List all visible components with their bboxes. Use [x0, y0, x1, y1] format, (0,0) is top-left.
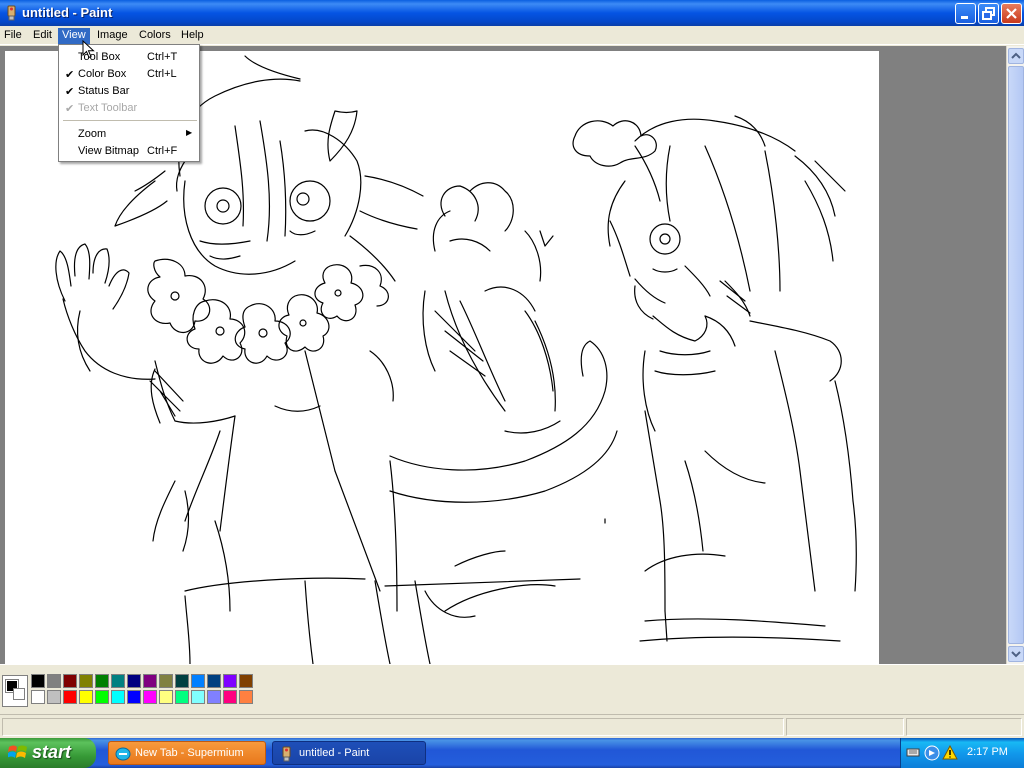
color-swatch[interactable]	[223, 674, 237, 688]
color-swatch[interactable]	[79, 690, 93, 704]
restore-icon	[982, 7, 995, 20]
color-swatch[interactable]	[127, 674, 141, 688]
color-swatch[interactable]	[95, 690, 109, 704]
close-button[interactable]	[1001, 3, 1022, 24]
color-swatch[interactable]	[111, 690, 125, 704]
menu-edit[interactable]: Edit	[33, 28, 52, 44]
color-swatch[interactable]	[239, 674, 253, 688]
menu-bar: File Edit View Image Colors Help	[0, 26, 1024, 45]
window-title: untitled - Paint	[22, 5, 113, 20]
paint-icon	[282, 746, 291, 762]
menu-item-label: Text Toolbar	[78, 102, 138, 114]
color-box	[0, 664, 1024, 714]
color-swatch[interactable]	[223, 690, 237, 704]
clock[interactable]: 2:17 PM	[967, 746, 1008, 758]
submenu-arrow-icon: ▶	[186, 128, 193, 137]
security-alert-icon[interactable]	[942, 745, 958, 761]
color-swatch[interactable]	[159, 690, 173, 704]
color-swatch[interactable]	[207, 690, 221, 704]
status-bar	[0, 714, 1024, 738]
taskbar-item-paint[interactable]: untitled - Paint	[272, 741, 426, 765]
restore-button[interactable]	[978, 3, 999, 24]
scroll-thumb[interactable]	[1008, 66, 1024, 644]
menu-separator	[63, 120, 197, 121]
start-label: start	[32, 742, 72, 762]
menu-image[interactable]: Image	[97, 28, 128, 44]
keyboard-icon[interactable]	[906, 745, 920, 759]
mouse-cursor-icon	[82, 40, 95, 59]
close-icon	[1006, 8, 1017, 19]
status-help-text	[2, 718, 784, 736]
color-swatch[interactable]	[47, 674, 61, 688]
menu-item-shortcut: Ctrl+T	[147, 51, 178, 63]
background-color	[13, 688, 25, 700]
color-swatch[interactable]	[143, 690, 157, 704]
menu-item-shortcut: Ctrl+L	[147, 68, 177, 80]
menu-item-label: Color Box	[78, 68, 127, 80]
color-swatch[interactable]	[127, 690, 141, 704]
minimize-button[interactable]	[955, 3, 976, 24]
color-swatch[interactable]	[63, 690, 77, 704]
color-swatch[interactable]	[111, 674, 125, 688]
taskbar-item-label: New Tab - Supermium	[135, 747, 244, 759]
menu-item-label: Status Bar	[78, 85, 130, 97]
scroll-down-button[interactable]	[1008, 646, 1024, 662]
menu-item-color-box[interactable]: ✔ Color Box Ctrl+L	[59, 66, 199, 83]
status-position	[786, 718, 904, 736]
paint-app-icon	[7, 5, 16, 21]
taskbar-item-supermium[interactable]: New Tab - Supermium	[108, 741, 266, 765]
color-swatch[interactable]	[207, 674, 221, 688]
menu-item-tool-box[interactable]: Tool Box Ctrl+T	[59, 49, 199, 66]
windows-logo-icon	[8, 745, 27, 758]
color-swatch[interactable]	[175, 690, 189, 704]
scroll-up-button[interactable]	[1008, 48, 1024, 64]
minimize-icon	[961, 16, 968, 19]
color-swatch[interactable]	[63, 674, 77, 688]
chevron-up-icon	[1011, 52, 1021, 59]
vertical-scrollbar[interactable]	[1006, 46, 1024, 664]
title-bar: untitled - Paint	[0, 0, 1024, 26]
system-tray: 2:17 PM	[900, 738, 1024, 768]
supermium-icon	[115, 747, 131, 761]
color-swatch[interactable]	[191, 674, 205, 688]
menu-item-shortcut: Ctrl+F	[147, 145, 178, 157]
menu-item-status-bar[interactable]: ✔ Status Bar	[59, 83, 199, 100]
color-swatch[interactable]	[31, 674, 45, 688]
color-swatch[interactable]	[47, 690, 61, 704]
checkmark-icon: ✔	[65, 69, 75, 81]
taskbar-item-label: untitled - Paint	[299, 747, 370, 759]
current-colors[interactable]	[2, 675, 28, 707]
color-swatch[interactable]	[95, 674, 109, 688]
menu-item-label: Zoom	[78, 128, 107, 140]
view-menu-dropdown: Tool Box Ctrl+T ✔ Color Box Ctrl+L ✔ Sta…	[58, 44, 200, 162]
taskbar: start New Tab - Supermium untitled - Pai…	[0, 738, 1024, 768]
checkmark-icon: ✔	[65, 103, 75, 115]
menu-help[interactable]: Help	[181, 28, 204, 44]
start-button[interactable]: start	[0, 738, 96, 768]
checkmark-icon: ✔	[65, 86, 75, 98]
menu-colors[interactable]: Colors	[139, 28, 171, 44]
color-swatch[interactable]	[159, 674, 173, 688]
network-icon[interactable]	[924, 745, 940, 761]
color-swatch[interactable]	[239, 690, 253, 704]
color-swatch[interactable]	[31, 690, 45, 704]
color-swatch[interactable]	[79, 674, 93, 688]
menu-item-text-toolbar: ✔ Text Toolbar	[59, 100, 199, 117]
color-swatch[interactable]	[175, 674, 189, 688]
menu-file[interactable]: File	[4, 28, 22, 44]
color-swatch[interactable]	[143, 674, 157, 688]
menu-item-view-bitmap[interactable]: View Bitmap Ctrl+F	[59, 143, 199, 160]
color-swatch[interactable]	[191, 690, 205, 704]
status-size	[906, 718, 1022, 736]
menu-item-zoom[interactable]: Zoom ▶	[59, 126, 199, 143]
chevron-down-icon	[1011, 651, 1021, 658]
menu-item-label: View Bitmap	[78, 145, 139, 157]
